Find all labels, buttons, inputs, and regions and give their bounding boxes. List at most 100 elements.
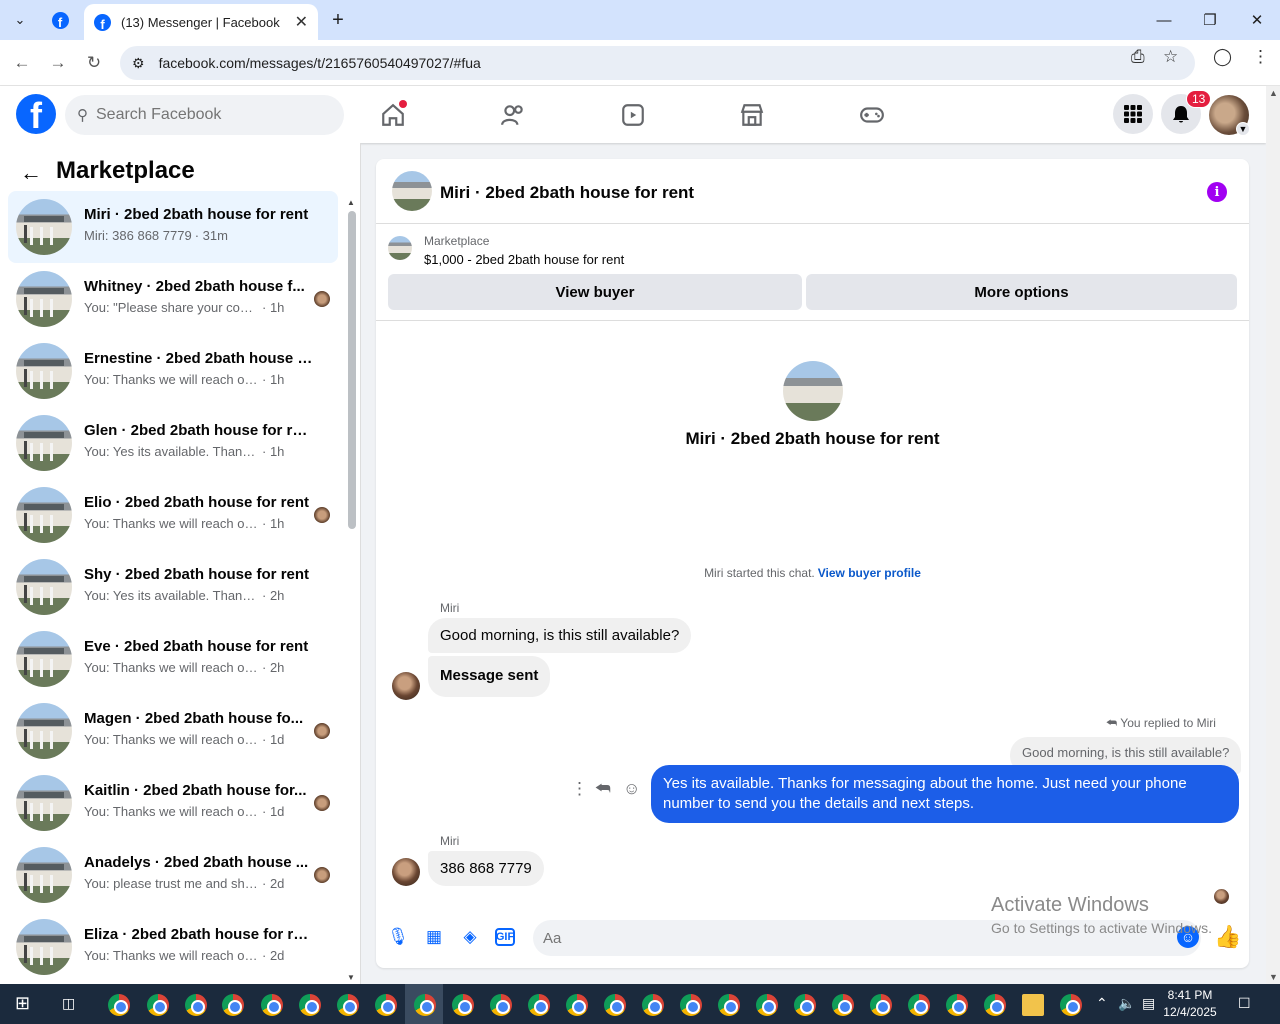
chrome-taskbar-icon[interactable] xyxy=(642,994,664,1016)
conversation-row[interactable]: Eve · 2bed 2bath house for rent You: Than… xyxy=(8,623,338,695)
chrome-taskbar-icon[interactable] xyxy=(794,994,816,1016)
chrome-taskbar-icon[interactable] xyxy=(566,994,588,1016)
search-input[interactable] xyxy=(96,106,316,124)
chrome-taskbar-icon[interactable] xyxy=(375,994,397,1016)
chrome-taskbar-icon[interactable] xyxy=(984,994,1006,1016)
gif-icon[interactable]: GIF xyxy=(495,928,515,946)
info-icon[interactable]: i xyxy=(1207,182,1227,202)
microphone-icon[interactable]: 🎙 xyxy=(387,926,409,948)
chrome-taskbar-icon[interactable] xyxy=(946,994,968,1016)
task-view-icon[interactable]: ◫ xyxy=(62,995,75,1012)
facebook-search[interactable]: ⚲ xyxy=(65,95,344,135)
file-explorer-icon[interactable] xyxy=(1022,994,1044,1016)
chrome-taskbar-icon[interactable] xyxy=(490,994,512,1016)
photo-icon[interactable]: ▦ xyxy=(423,926,445,948)
conversation-row[interactable]: Anadelys · 2bed 2bath house ... You: plea… xyxy=(8,839,338,911)
taskbar-clock[interactable]: 8:41 PM 12/4/2025 xyxy=(1160,987,1220,1021)
sidebar-scrollbar[interactable]: ▲ ▼ xyxy=(346,198,358,982)
marketplace-nav[interactable] xyxy=(735,98,769,132)
scroll-up-icon[interactable]: ▲ xyxy=(347,198,355,207)
network-icon[interactable]: ▤ xyxy=(1142,995,1155,1012)
scroll-thumb[interactable] xyxy=(348,211,356,529)
sender-avatar[interactable] xyxy=(392,858,420,886)
gaming-nav[interactable] xyxy=(855,98,889,132)
scroll-down-icon[interactable]: ▼ xyxy=(347,973,355,982)
incoming-message[interactable]: Good morning, is this still available? xyxy=(428,618,692,653)
reload-icon[interactable]: ↻ xyxy=(81,50,107,76)
react-emoji-icon[interactable]: ☺ xyxy=(623,779,640,799)
chrome-taskbar-icon[interactable] xyxy=(756,994,778,1016)
chrome-taskbar-icon[interactable] xyxy=(452,994,474,1016)
active-tab[interactable]: f (13) Messenger | Facebook ✕ xyxy=(84,4,318,40)
chat-title[interactable]: Miri · 2bed 2bath house for rent xyxy=(440,183,694,203)
view-buyer-profile-link[interactable]: View buyer profile xyxy=(818,566,921,580)
chrome-taskbar-icon[interactable] xyxy=(299,994,321,1016)
chrome-taskbar-icon[interactable] xyxy=(908,994,930,1016)
conversation-row[interactable]: Shy · 2bed 2bath house for rent You: Yes … xyxy=(8,551,338,623)
sender-avatar[interactable] xyxy=(392,672,420,700)
video-nav[interactable] xyxy=(616,98,650,132)
facebook-logo[interactable]: f xyxy=(16,94,56,134)
friends-nav[interactable] xyxy=(496,98,530,132)
chrome-taskbar-icon[interactable] xyxy=(414,994,436,1016)
conversation-row[interactable]: Elio · 2bed 2bath house for rent You: Tha… xyxy=(8,479,338,551)
minimize-icon[interactable]: — xyxy=(1141,0,1187,40)
listing-thumbnail[interactable] xyxy=(388,236,412,260)
tab-search-chevron-icon[interactable]: ⌄ xyxy=(6,6,34,34)
chrome-taskbar-icon[interactable] xyxy=(222,994,244,1016)
forward-icon[interactable]: → xyxy=(45,50,71,76)
outgoing-message[interactable]: Yes its available. Thanks for messaging … xyxy=(651,765,1239,823)
close-tab-icon[interactable]: ✕ xyxy=(295,12,308,32)
chrome-taskbar-icon[interactable] xyxy=(870,994,892,1016)
conversation-row[interactable]: Kaitlin · 2bed 2bath house for... You: Th… xyxy=(8,767,338,839)
conversation-row[interactable]: Miri · 2bed 2bath house for rent Miri: 38… xyxy=(8,191,338,263)
tray-chevron-icon[interactable]: ⌃ xyxy=(1096,995,1108,1012)
incoming-message[interactable]: Message sent xyxy=(428,656,551,697)
chrome-taskbar-icon[interactable] xyxy=(1060,994,1082,1016)
page-scrollbar[interactable]: ▲ ▼ xyxy=(1266,86,1280,984)
menu-kebab-icon[interactable]: ⋮ xyxy=(1252,47,1269,67)
conversation-row[interactable]: Glen · 2bed 2bath house for rent You: Yes… xyxy=(8,407,338,479)
chrome-taskbar-icon[interactable] xyxy=(832,994,854,1016)
new-tab-icon[interactable]: + xyxy=(324,6,352,34)
notifications-center-icon[interactable]: ☐ xyxy=(1238,995,1251,1012)
account-chevron-icon[interactable]: ▼ xyxy=(1236,122,1250,136)
site-settings-icon[interactable]: ⚙ xyxy=(132,55,145,72)
chrome-taskbar-icon[interactable] xyxy=(718,994,740,1016)
close-window-icon[interactable]: ✕ xyxy=(1234,0,1280,40)
thumbs-up-icon[interactable]: 👍 xyxy=(1214,924,1241,950)
conversation-row[interactable]: Whitney · 2bed 2bath house f... You: "Ple… xyxy=(8,263,338,335)
incoming-message[interactable]: 386 868 7779 xyxy=(428,851,544,886)
bookmark-star-icon[interactable]: ☆ xyxy=(1163,47,1178,67)
chrome-taskbar-icon[interactable] xyxy=(147,994,169,1016)
chrome-taskbar-icon[interactable] xyxy=(528,994,550,1016)
chrome-taskbar-icon[interactable] xyxy=(108,994,130,1016)
chrome-taskbar-icon[interactable] xyxy=(337,994,359,1016)
chrome-taskbar-icon[interactable] xyxy=(604,994,626,1016)
listing-price[interactable]: $1,000 - 2bed 2bath house for rent xyxy=(424,252,624,267)
conversation-row[interactable]: Eliza · 2bed 2bath house for rent You: Th… xyxy=(8,911,338,983)
view-buyer-button[interactable]: View buyer xyxy=(388,274,802,310)
profile-icon[interactable]: ◯ xyxy=(1213,47,1232,67)
pinned-facebook-tab[interactable]: f xyxy=(46,6,74,34)
back-arrow-icon[interactable]: ← xyxy=(20,160,42,186)
more-options-button[interactable]: More options xyxy=(806,274,1237,310)
sticker-icon[interactable]: ◈ xyxy=(459,926,481,948)
chrome-taskbar-icon[interactable] xyxy=(261,994,283,1016)
conversation-row[interactable]: Magen · 2bed 2bath house fo... You: Thank… xyxy=(8,695,338,767)
more-actions-icon[interactable]: ⋮ xyxy=(571,779,588,799)
conversation-snippet: You: Thanks we will reach out to ... xyxy=(84,516,259,531)
address-bar[interactable]: ⚙ facebook.com/messages/t/21657605404970… xyxy=(120,46,1195,80)
home-nav[interactable] xyxy=(376,98,410,132)
reply-icon[interactable]: ⮪ xyxy=(595,779,611,799)
chat-avatar[interactable] xyxy=(392,171,432,211)
install-app-icon[interactable]: ⎙ xyxy=(1131,47,1145,67)
menu-button[interactable] xyxy=(1113,94,1153,134)
restore-icon[interactable]: ❐ xyxy=(1187,0,1233,40)
chrome-taskbar-icon[interactable] xyxy=(185,994,207,1016)
volume-icon[interactable]: 🔈 xyxy=(1118,995,1135,1012)
back-icon[interactable]: ← xyxy=(9,50,35,76)
conversation-row[interactable]: Ernestine · 2bed 2bath house fo... You: T… xyxy=(8,335,338,407)
windows-start-icon[interactable]: ⊞ xyxy=(15,993,30,1014)
chrome-taskbar-icon[interactable] xyxy=(680,994,702,1016)
